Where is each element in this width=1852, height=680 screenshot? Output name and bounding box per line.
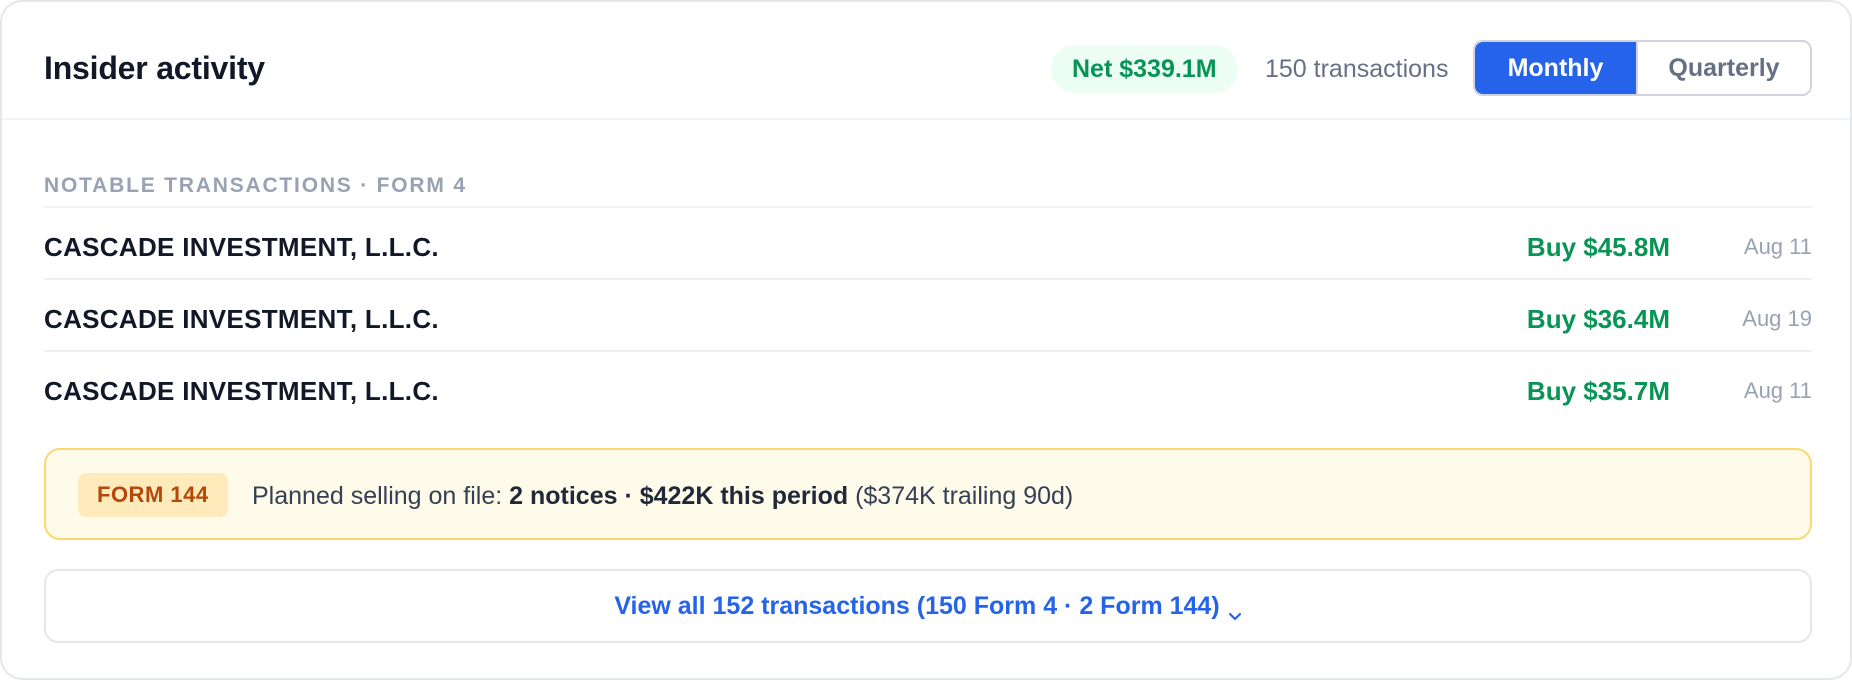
notice-suffix: ($374K trailing 90d) (848, 482, 1074, 510)
transaction-amount: Buy $45.8M (1526, 232, 1670, 262)
quarterly-button[interactable]: Quarterly (1636, 42, 1810, 94)
transaction-row[interactable]: CASCADE INVESTMENT, L.L.C. Buy $36.4M Au… (44, 280, 1812, 352)
section-label: NOTABLE TRANSACTIONS · FORM 4 (44, 174, 467, 197)
card-header: Insider activity Net $339.1M 150 transac… (2, 2, 1850, 120)
view-all-button[interactable]: View all 152 transactions (150 Form 4 · … (44, 569, 1812, 643)
form-144-notice: FORM 144 Planned selling on file: 2 noti… (44, 448, 1812, 540)
chevron-down-icon (1228, 601, 1242, 621)
transaction-amount: Buy $36.4M (1526, 304, 1670, 334)
transactions-list: CASCADE INVESTMENT, L.L.C. Buy $45.8M Au… (44, 206, 1812, 424)
monthly-button[interactable]: Monthly (1475, 42, 1636, 94)
view-all-label: View all 152 transactions (150 Form 4 · … (614, 591, 1220, 620)
form-144-badge: FORM 144 (78, 473, 228, 517)
transaction-count: 150 transactions (1265, 55, 1449, 83)
insider-name: CASCADE INVESTMENT, L.L.C. (44, 232, 439, 262)
transaction-row[interactable]: CASCADE INVESTMENT, L.L.C. Buy $45.8M Au… (44, 208, 1812, 280)
net-badge: Net $339.1M (1051, 45, 1238, 93)
form-144-text: Planned selling on file: 2 notices · $42… (252, 482, 1073, 511)
notice-prefix: Planned selling on file: (252, 482, 510, 510)
transaction-date: Aug 11 (1743, 378, 1812, 403)
insider-activity-card: Insider activity Net $339.1M 150 transac… (0, 0, 1852, 680)
period-toggle: Monthly Quarterly (1473, 40, 1812, 96)
transaction-row[interactable]: CASCADE INVESTMENT, L.L.C. Buy $35.7M Au… (44, 352, 1812, 424)
insider-name: CASCADE INVESTMENT, L.L.C. (44, 376, 439, 406)
card-title: Insider activity (44, 50, 265, 86)
transaction-date: Aug 11 (1743, 234, 1812, 259)
transaction-date: Aug 19 (1742, 306, 1812, 331)
transaction-amount: Buy $35.7M (1526, 376, 1670, 406)
insider-name: CASCADE INVESTMENT, L.L.C. (44, 304, 439, 334)
notice-highlight: 2 notices · $422K this period (509, 482, 849, 510)
